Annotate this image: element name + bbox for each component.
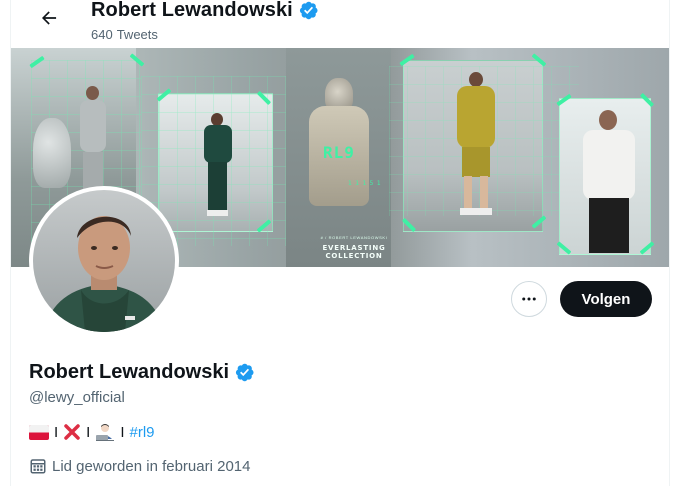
header-title: Robert Lewandowski bbox=[91, 0, 319, 22]
profile-avatar[interactable] bbox=[29, 186, 179, 336]
tweet-count: 640 Tweets bbox=[91, 27, 158, 42]
banner-logo: RL9 bbox=[323, 143, 355, 162]
joined-date-text: Lid geworden in februari 2014 bbox=[52, 457, 251, 475]
cross-mark-icon bbox=[64, 424, 80, 440]
poland-flag-icon bbox=[29, 424, 49, 440]
profile-handle: @lewy_official bbox=[29, 389, 125, 406]
tweet-count-label: Tweets bbox=[116, 27, 158, 42]
banner-figure-yellow bbox=[455, 72, 497, 222]
more-icon bbox=[522, 297, 536, 301]
tweet-count-value: 640 bbox=[91, 27, 113, 42]
verified-badge-icon bbox=[299, 1, 318, 20]
banner-sculpture-head bbox=[33, 118, 71, 188]
banner-collection: EVERLASTING COLLECTION bbox=[322, 244, 386, 260]
bio-separator: I bbox=[86, 423, 91, 441]
profile-bio: I I I #rl9 bbox=[29, 423, 155, 441]
header-name: Robert Lewandowski bbox=[91, 0, 293, 21]
banner-tagline: # / ROBERT LEWANDOWSKI bbox=[320, 235, 388, 240]
back-button[interactable] bbox=[31, 6, 67, 30]
follow-button[interactable]: Volgen bbox=[560, 281, 652, 317]
profile-name: Robert Lewandowski bbox=[29, 361, 255, 384]
profile-column: Robert Lewandowski 640 Tweets RL9 1 1 1 … bbox=[10, 0, 670, 486]
joined-date: Lid geworden in februari 2014 bbox=[29, 457, 250, 475]
avatar-image bbox=[33, 190, 175, 332]
more-options-button[interactable] bbox=[511, 281, 547, 317]
back-arrow-icon bbox=[42, 11, 57, 25]
verified-badge-icon bbox=[235, 363, 254, 382]
banner-figure-green bbox=[203, 113, 233, 223]
banner-figure-white bbox=[579, 110, 639, 255]
banner-code: 1 1 1 5 1 bbox=[348, 180, 381, 187]
profile-name-text: Robert Lewandowski bbox=[29, 361, 230, 383]
bio-separator: I bbox=[120, 423, 125, 441]
man-technologist-icon bbox=[96, 424, 115, 441]
calendar-icon bbox=[30, 459, 46, 474]
bio-separator: I bbox=[54, 423, 59, 441]
bio-hashtag-link[interactable]: #rl9 bbox=[130, 424, 155, 441]
